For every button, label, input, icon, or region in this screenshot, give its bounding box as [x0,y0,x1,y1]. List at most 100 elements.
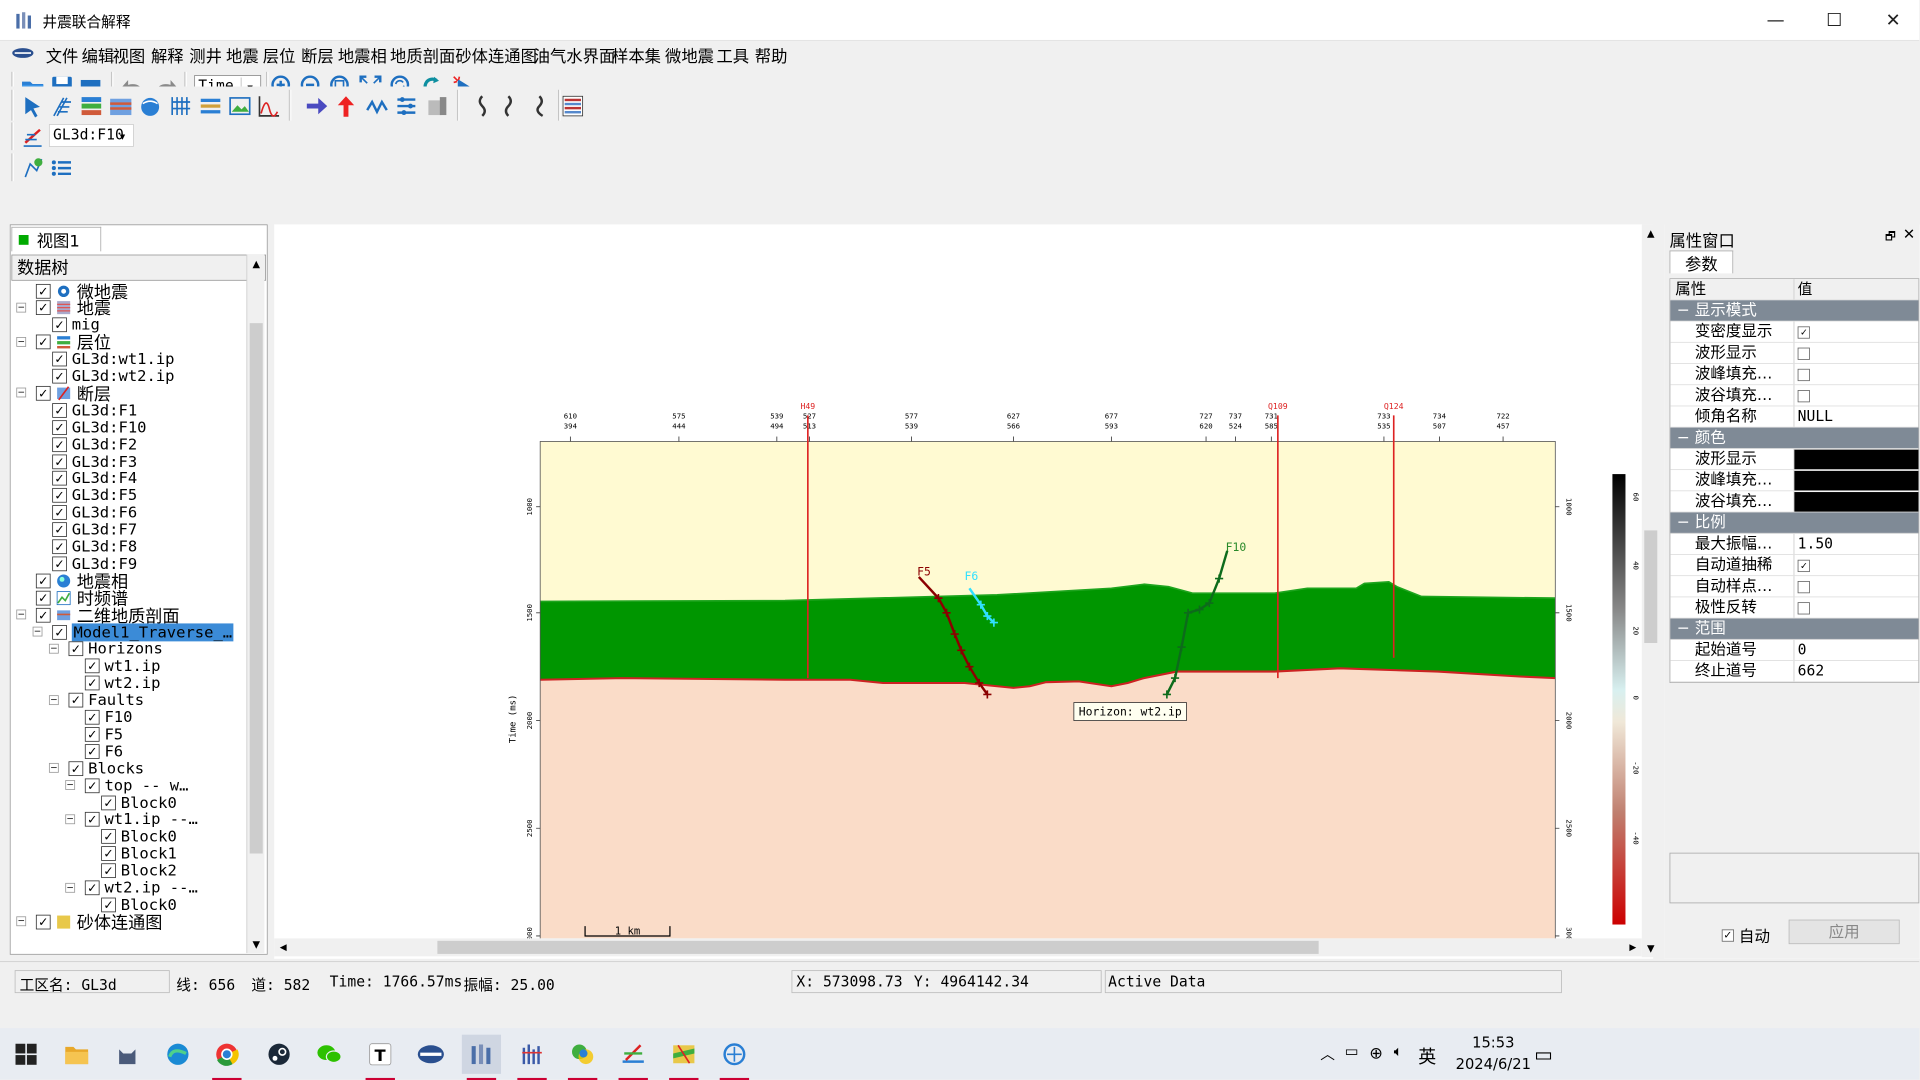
arrow-up-icon[interactable] [331,91,360,120]
app-menu-icon[interactable] [11,47,34,58]
horizon-app-icon[interactable] [664,1035,703,1080]
canvas-vertical-scrollbar[interactable]: ▲ ▼ [1641,224,1660,958]
collapse-icon[interactable]: − [32,626,43,637]
stack-layers-icon[interactable] [196,91,225,120]
scroll-down-icon[interactable]: ▼ [247,935,265,953]
property-checkbox[interactable] [1794,576,1918,596]
canvas-vscroll-thumb[interactable] [1644,530,1658,644]
tree-node-checkbox[interactable]: ✓ [101,829,116,844]
property-row[interactable]: 倾角名称 NULL [1670,406,1919,428]
menu-interpret[interactable]: 解释 [151,43,184,67]
menu-sand-connectivity[interactable]: 砂体连通图 [455,43,537,67]
tree-node-checkbox[interactable]: ✓ [52,454,67,469]
tree-node-checkbox[interactable]: ✓ [84,658,100,674]
checkbox[interactable]: ✓ [1721,929,1734,942]
tree-node[interactable]: ✓ GL3d:wt1.ip [52,350,174,368]
tree-node[interactable]: − ✓ wt1.ip --… [65,811,198,829]
tree-node-checkbox[interactable]: ✓ [52,419,67,435]
collapse-icon[interactable]: − [48,695,59,705]
property-value[interactable]: 662 [1794,661,1918,681]
tree-node-checkbox[interactable]: ✓ [68,641,84,657]
maximize-button[interactable]: ☐ [1805,0,1864,41]
tree-node[interactable]: − ✓ 砂体连通图 [16,913,162,933]
tree-node-checkbox[interactable]: ✓ [35,385,51,401]
tree-node-checkbox[interactable]: ✓ [35,283,51,299]
tree-node[interactable]: ✓ GL3d:F1 [52,401,137,419]
menu-seismic-facies[interactable]: 地震相 [338,43,387,67]
tab-parameters[interactable]: 参数 [1669,250,1734,274]
arrow-right-icon[interactable] [302,91,331,120]
menu-sample-set[interactable]: 样本集 [612,43,661,67]
checkbox[interactable]: ✓ [1797,325,1810,339]
tree-node-checkbox[interactable]: ✓ [52,368,67,384]
tab-view1[interactable]: 视图1 [11,226,102,252]
pointer-icon[interactable] [18,91,47,120]
tree-node-checkbox[interactable]: ✓ [35,300,51,316]
tree-scrollbar[interactable]: ▲ ▼ [246,254,265,954]
file-explorer-icon[interactable] [57,1035,96,1074]
curve-tool-3-icon[interactable] [526,91,555,120]
tree-node[interactable]: ✓ GL3d:F3 [52,452,137,470]
auto-apply-checkbox[interactable]: ✓ 自动 [1721,925,1770,947]
fault-select[interactable]: GL3d:F10 ▼ [48,124,134,147]
tree-node[interactable]: ✓ GL3d:F6 [52,504,137,522]
map-legend-icon[interactable] [18,153,47,182]
collapse-icon[interactable]: − [16,337,27,347]
start-icon[interactable] [7,1035,46,1074]
tree-node-checkbox[interactable]: ✓ [52,624,67,640]
property-row[interactable]: 起始道号 0 [1670,639,1919,661]
fault-app-icon[interactable] [614,1035,653,1080]
pin-icon[interactable]: 🗗 [1885,228,1896,248]
panel-icon[interactable] [423,91,452,120]
chrome-browser-icon[interactable] [207,1035,246,1080]
clock-date[interactable]: 2024/6/21 [1452,1056,1534,1073]
property-row[interactable]: 波形显示 [1670,342,1919,364]
tree-node[interactable]: ✓ Block0 [101,828,177,846]
tree-node[interactable]: − ✓ 二维地质剖面 [16,606,180,626]
collapse-icon[interactable]: − [16,609,27,620]
tree-node[interactable]: ✓ GL3d:F4 [52,470,137,487]
property-group[interactable]: − 颜色 [1670,427,1919,449]
settings-list-icon[interactable] [392,91,421,120]
tree-node[interactable]: ✓ GL3d:F8 [52,538,137,556]
checkbox[interactable] [1797,368,1810,381]
tree-node[interactable]: ✓ GL3d:F2 [52,435,137,453]
canvas-horizontal-scrollbar[interactable]: ◀ ▶ [274,938,1642,957]
checkbox[interactable]: ✓ [1797,559,1810,572]
menu-view[interactable]: 视图 [113,43,146,67]
minimize-button[interactable]: — [1746,0,1805,41]
property-row[interactable]: 极性反转 [1670,597,1919,619]
image-view-icon[interactable] [225,91,254,120]
property-value[interactable]: 0 [1794,640,1918,660]
property-row[interactable]: 终止道号 662 [1670,660,1919,683]
tree-scroll-thumb[interactable] [249,323,263,854]
scroll-down-icon[interactable]: ▼ [1642,939,1660,957]
color-bar-icon[interactable] [558,91,587,120]
fault-edit-icon[interactable] [18,122,47,151]
apply-button[interactable]: 应用 [1788,919,1900,945]
geologic-section-plot[interactable]: 6103945754445394945275135775396275666775… [274,224,1642,939]
collapse-icon[interactable]: − [65,814,76,825]
tree-node-checkbox[interactable]: ✓ [35,573,51,589]
property-checkbox[interactable]: ✓ [1794,555,1918,575]
notification-icon[interactable]: ▭ [1534,1043,1553,1066]
tree-node-checkbox[interactable]: ✓ [52,488,67,503]
tree-node-checkbox[interactable]: ✓ [52,505,67,520]
collapse-icon[interactable]: − [48,643,59,654]
tree-node[interactable]: ✓ F5 [84,725,123,743]
property-checkbox[interactable] [1794,597,1918,617]
color-swatch[interactable] [1794,492,1919,512]
tree-node[interactable]: ✓ F10 [84,708,132,726]
wave-icon[interactable] [362,91,391,120]
edge-browser-icon[interactable] [158,1035,197,1074]
menu-geo-section[interactable]: 地质剖面 [390,43,455,67]
collapse-icon[interactable]: − [48,763,59,773]
tree-node[interactable]: ✓ GL3d:wt2.ip [52,367,174,385]
tree-node[interactable]: ✓ F6 [84,742,123,760]
inspect-app-icon[interactable] [715,1035,754,1080]
curve-tool-1-icon[interactable] [467,91,496,120]
geoeast-icon[interactable] [411,1035,450,1074]
clock-time[interactable]: 15:53 [1452,1035,1534,1052]
tree-node[interactable]: − ✓ Blocks [48,759,144,777]
cat-app-icon[interactable] [108,1035,147,1074]
